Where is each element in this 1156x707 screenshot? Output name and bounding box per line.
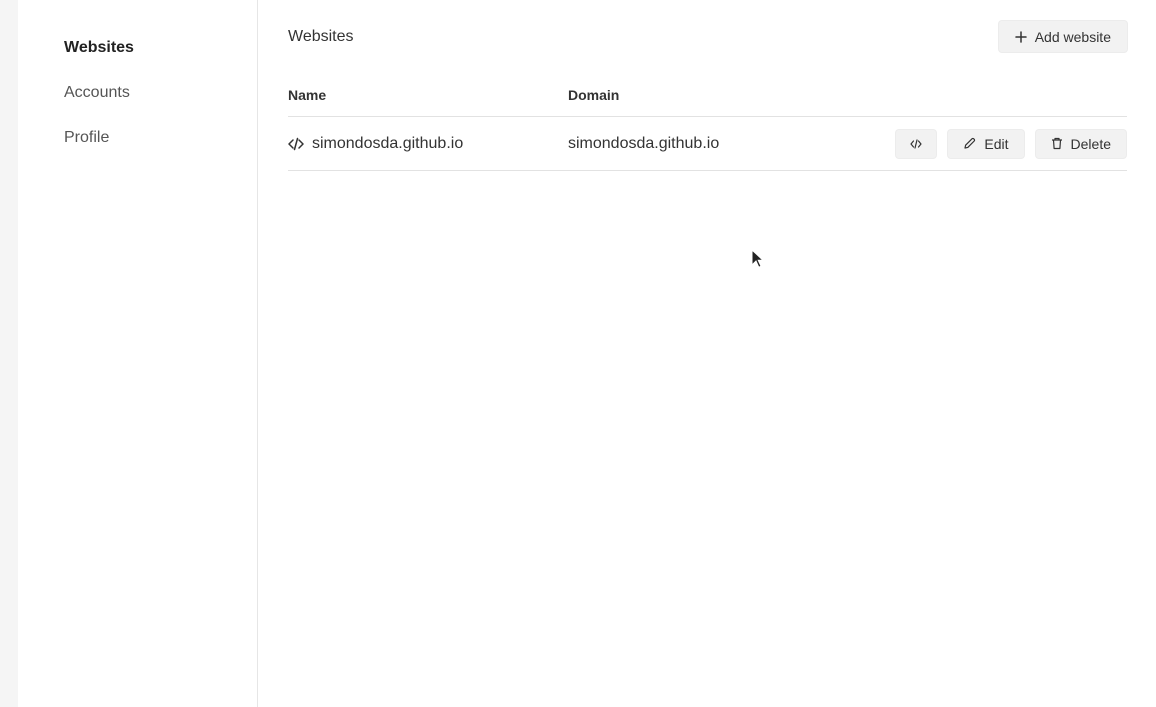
websites-table: Name Domain simondosda.github.io simondo…	[288, 74, 1127, 171]
column-header-domain: Domain	[568, 87, 620, 103]
table-row: simondosda.github.io simondosda.github.i…	[288, 117, 1127, 171]
add-website-label: Add website	[1034, 28, 1111, 45]
website-name: simondosda.github.io	[312, 134, 464, 152]
trash-icon	[1051, 137, 1062, 150]
table-header: Name Domain	[288, 74, 1127, 117]
delete-label: Delete	[1070, 135, 1111, 152]
code-icon	[288, 137, 304, 150]
add-website-button[interactable]: Add website	[997, 20, 1128, 53]
edit-button[interactable]: Edit	[947, 128, 1025, 159]
page-header: Websites Add website	[288, 20, 1128, 74]
delete-button[interactable]: Delete	[1034, 128, 1127, 159]
sidebar-item-websites[interactable]: Websites	[64, 38, 257, 83]
embed-code-button[interactable]	[895, 128, 938, 159]
website-domain: simondosda.github.io	[568, 134, 720, 152]
sidebar-item-profile[interactable]: Profile	[64, 128, 257, 173]
plus-icon	[1014, 30, 1027, 43]
main-content: Websites Add website Name Domain simondo…	[258, 0, 1156, 707]
pencil-icon	[964, 137, 976, 149]
mouse-cursor-icon	[751, 249, 765, 268]
sidebar-item-accounts[interactable]: Accounts	[64, 83, 257, 128]
app-frame: Websites Accounts Profile Websites Add w…	[18, 0, 1156, 707]
edit-label: Edit	[984, 135, 1009, 152]
row-actions: Edit Delete	[868, 128, 1127, 159]
code-icon	[910, 138, 923, 149]
sidebar: Websites Accounts Profile	[18, 0, 258, 707]
website-name-cell: simondosda.github.io	[288, 135, 568, 153]
column-header-name: Name	[288, 87, 327, 103]
page-title: Websites	[288, 28, 354, 45]
